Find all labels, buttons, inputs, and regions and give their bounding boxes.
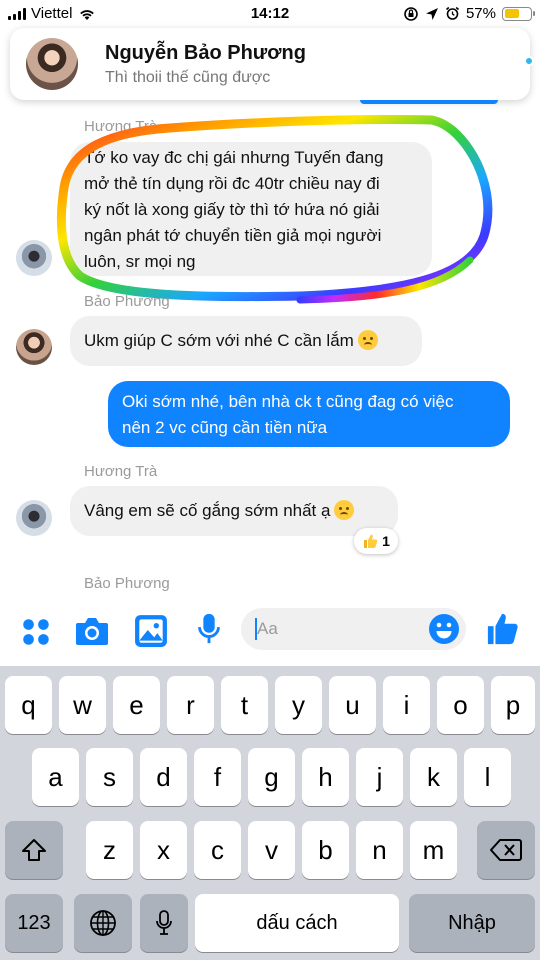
key-u[interactable]: u: [329, 676, 376, 734]
message-list[interactable]: Hương Trà Tớ ko vay đc chị gái nhưng Tuy…: [0, 100, 540, 598]
key-d[interactable]: d: [140, 748, 187, 806]
message-input-field[interactable]: [241, 608, 466, 650]
globe-key[interactable]: [74, 894, 132, 952]
message-line: ký nốt là xong giấy tờ thì tớ hứa nó giả…: [84, 200, 380, 219]
active-status-dot: [524, 56, 534, 66]
battery-percent: 57%: [465, 5, 496, 22]
message-text: Vâng em sẽ cố gắng sớm nhất ạ: [84, 501, 331, 520]
message-line: mở thẻ tín dụng rồi đc 40tr chiều nay đi: [84, 174, 380, 193]
message-bubble-outgoing[interactable]: Oki sớm nhé, bên nhà ck t cũng đag có vi…: [108, 381, 510, 447]
key-k[interactable]: k: [410, 748, 457, 806]
message-line: luôn, sr mọi ng: [84, 252, 196, 271]
message-text: Ukm giúp C sớm với nhé C cần lắm: [84, 331, 354, 350]
key-p[interactable]: p: [491, 676, 535, 734]
key-b[interactable]: b: [302, 821, 349, 879]
camera-icon[interactable]: [75, 614, 109, 648]
sad-face-emoji-icon: [334, 500, 355, 520]
key-g[interactable]: g: [248, 748, 295, 806]
globe-icon: [90, 910, 116, 936]
apps-icon[interactable]: [19, 615, 53, 649]
key-v[interactable]: v: [248, 821, 295, 879]
avatar[interactable]: [16, 329, 52, 365]
key-y[interactable]: y: [275, 676, 322, 734]
key-h[interactable]: h: [302, 748, 349, 806]
thumbs-up-icon: [364, 534, 378, 548]
previous-outgoing-bubble-edge: [360, 100, 498, 104]
key-s[interactable]: s: [86, 748, 133, 806]
chat-header[interactable]: Nguyễn Bảo Phương Thì thoii thế cũng đượ…: [10, 28, 534, 100]
sender-name: Hương Trà: [84, 463, 158, 480]
message-line: Oki sớm nhé, bên nhà ck t cũng đag có vi…: [122, 392, 454, 411]
message-composer: [0, 598, 540, 666]
battery-level: [504, 9, 519, 18]
key-a[interactable]: a: [32, 748, 79, 806]
backspace-icon: [490, 839, 522, 861]
message-line: Tớ ko vay đc chị gái nhưng Tuyến đang: [84, 148, 384, 167]
message-line: ngân phát tớ chuyển tiền giả mọi người: [84, 226, 382, 245]
keyboard: q w e r t y u i o p a s d f g h j k l z …: [0, 666, 540, 960]
sender-name: Bảo Phương: [84, 575, 170, 592]
message-bubble[interactable]: Ukm giúp C sớm với nhé C cần lắm: [70, 316, 422, 366]
key-z[interactable]: z: [86, 821, 133, 879]
message-line: nên 2 vc cũng cần tiền nữa: [122, 418, 328, 437]
key-i[interactable]: i: [383, 676, 430, 734]
key-f[interactable]: f: [194, 748, 241, 806]
key-j[interactable]: j: [356, 748, 403, 806]
status-right: 57%: [403, 5, 535, 22]
contact-subtitle: Thì thoii thế cũng được: [105, 69, 271, 86]
dictation-key[interactable]: [140, 894, 188, 952]
avatar[interactable]: [16, 500, 52, 536]
key-c[interactable]: c: [194, 821, 241, 879]
reaction-count: 1: [382, 533, 390, 549]
microphone-icon[interactable]: [192, 612, 226, 646]
key-t[interactable]: t: [221, 676, 268, 734]
message-bubble[interactable]: Vâng em sẽ cố gắng sớm nhất ạ: [70, 486, 398, 536]
battery-icon: [502, 6, 535, 21]
contact-name: Nguyễn Bảo Phương: [105, 42, 306, 64]
microphone-icon: [156, 910, 172, 935]
alarm-icon: [445, 6, 459, 20]
key-e[interactable]: e: [113, 676, 160, 734]
location-icon: [425, 7, 438, 20]
screen-lock-icon: [404, 6, 418, 21]
backspace-key[interactable]: [477, 821, 535, 879]
sender-name: Hương Trà: [84, 118, 158, 135]
message-bubble[interactable]: Tớ ko vay đc chị gái nhưng Tuyến đang mở…: [70, 142, 432, 276]
key-x[interactable]: x: [140, 821, 187, 879]
status-bar: Viettel 14:12 57%: [0, 0, 540, 28]
key-r[interactable]: r: [167, 676, 214, 734]
key-w[interactable]: w: [59, 676, 106, 734]
sender-name: Bảo Phương: [84, 293, 170, 310]
return-key[interactable]: Nhập: [409, 894, 535, 952]
space-key[interactable]: dấu cách: [195, 894, 399, 952]
reaction-badge[interactable]: 1: [354, 528, 398, 554]
numbers-key[interactable]: 123: [5, 894, 63, 952]
key-m[interactable]: m: [410, 821, 457, 879]
like-icon[interactable]: [486, 612, 520, 646]
message-input[interactable]: [257, 619, 407, 639]
key-n[interactable]: n: [356, 821, 403, 879]
key-q[interactable]: q: [5, 676, 52, 734]
emoji-icon[interactable]: [428, 613, 460, 645]
shift-key[interactable]: [5, 821, 63, 879]
avatar[interactable]: [26, 38, 78, 90]
sad-face-emoji-icon: [357, 330, 378, 350]
key-l[interactable]: l: [464, 748, 511, 806]
gallery-icon[interactable]: [134, 614, 168, 648]
avatar[interactable]: [16, 240, 52, 276]
key-o[interactable]: o: [437, 676, 484, 734]
shift-icon: [22, 839, 46, 861]
